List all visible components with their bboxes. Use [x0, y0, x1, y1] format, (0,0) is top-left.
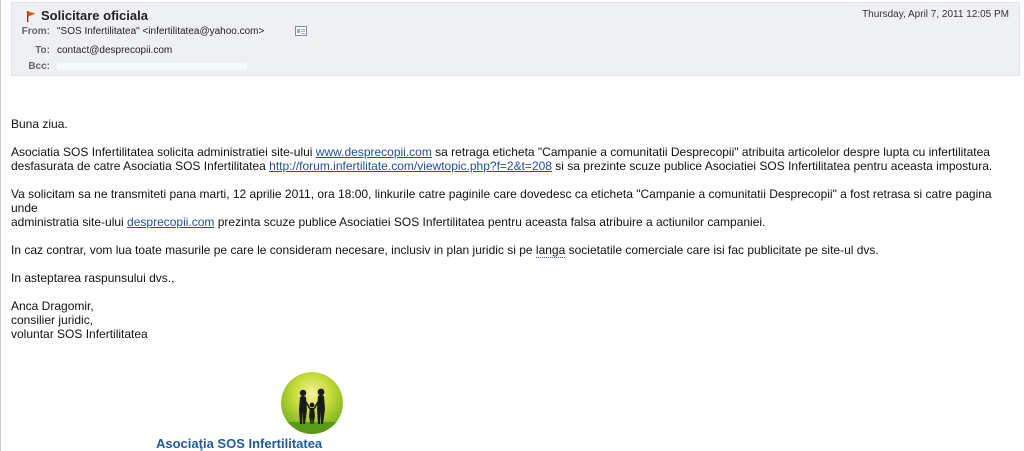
from-address[interactable]: "SOS Infertilitatea" <infertilitatea@yah…	[57, 26, 264, 37]
signature-role: consilier juridic,	[11, 313, 94, 327]
to-label: To:	[35, 45, 50, 56]
email-subject: Solicitare oficiala	[41, 8, 148, 23]
p3-text-b: societatile comerciale care isi fac publ…	[565, 243, 879, 257]
forum-link[interactable]: http://forum.infertilitate.com/viewtopic…	[269, 159, 552, 173]
p3-text-a: In caz contrar, vom lua toate masurile p…	[11, 243, 536, 257]
paragraph-2: Va solicitam sa ne transmiteti pana mart…	[11, 187, 1016, 229]
family-silhouette-icon	[281, 372, 343, 434]
p1-text-c: desfasurata de catre Asociatia SOS Infer…	[11, 159, 270, 173]
to-address[interactable]: contact@desprecopii.com	[57, 45, 172, 56]
left-border	[0, 0, 1, 451]
p1-text-b: sa retraga eticheta "Campanie a comunita…	[431, 145, 990, 159]
greeting: Buna ziua.	[11, 117, 68, 131]
signature-org: voluntar SOS Infertilitatea	[11, 327, 148, 341]
closing-line: In asteptarea raspunsului dvs.,	[11, 271, 175, 285]
flag-icon[interactable]	[25, 10, 37, 22]
p2-text-a: Va solicitam sa ne transmiteti pana mart…	[11, 187, 992, 215]
email-header: Solicitare oficiala Thursday, April 7, 2…	[11, 2, 1020, 76]
bcc-label: Bcc:	[28, 61, 50, 72]
email-body: Buna ziua. Asociatia SOS Infertilitatea …	[11, 117, 1016, 341]
signature-name: Anca Dragomir,	[11, 299, 94, 313]
paragraph-1: Asociatia SOS Infertilitatea solicita ad…	[11, 145, 1016, 173]
p1-text-a: Asociatia SOS Infertilitatea solicita ad…	[11, 145, 316, 159]
logo-text: Asociaţia SOS Infertilitatea	[156, 436, 323, 451]
email-date: Thursday, April 7, 2011 12:05 PM	[862, 9, 1009, 20]
spellcheck-word[interactable]: langa	[535, 243, 566, 258]
p2-text-c: prezinta scuze publice Asociatiei SOS In…	[214, 215, 766, 229]
desprecopii-link[interactable]: www.desprecopii.com	[316, 145, 432, 159]
from-label: From:	[21, 26, 50, 37]
desprecopii-short-link[interactable]: desprecopii.com	[127, 215, 214, 229]
p2-text-b: administratia site-ului	[11, 215, 128, 229]
bcc-redacted	[57, 63, 247, 70]
paragraph-3: In caz contrar, vom lua toate masurile p…	[11, 243, 1016, 258]
p1-text-d: si sa prezinte scuze publice Asociatiei …	[551, 159, 993, 173]
contact-card-icon[interactable]	[295, 26, 307, 36]
